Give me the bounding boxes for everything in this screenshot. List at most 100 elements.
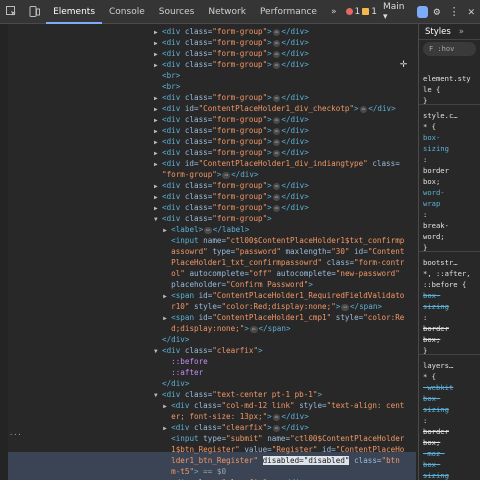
dom-node-line[interactable]: ▶<div class="clearfix">⋯</div> [8, 422, 309, 433]
dom-node-line[interactable]: ▶ <span id="ContentPlaceHolder1_RequiredF… [8, 290, 404, 301]
tab-sources[interactable]: Sources [152, 0, 202, 24]
dom-node-line[interactable]: <br> [8, 81, 180, 92]
styles-pane: Styles » F :hov element.sty le {} style.c…… [418, 24, 480, 480]
dom-node-line[interactable]: ▶ <div class="form-group"> ⋯ </div> [8, 92, 309, 103]
style-declaration[interactable]: sizing [423, 405, 449, 415]
styles-filter-input[interactable]: F :hov [423, 42, 476, 56]
dom-node-line[interactable]: <br> [8, 70, 180, 81]
style-declaration[interactable]: le { [423, 85, 440, 95]
more-tabs-button[interactable]: » [324, 0, 344, 24]
style-declaration[interactable]: sizing [423, 471, 449, 480]
style-declaration[interactable]: word; [423, 232, 445, 242]
style-declaration[interactable]: wrap [423, 199, 440, 209]
close-icon[interactable]: ✕ [463, 0, 480, 24]
dom-node-line[interactable]: ▶ <div class="form-group"> ⋯ </div> [8, 37, 309, 48]
style-declaration[interactable]: *, ::after, [423, 269, 471, 279]
styles-rule-separator [419, 251, 480, 252]
dom-node-line[interactable]: ▶ <div id="ContentPlaceHolder1_div_checko… [8, 103, 396, 114]
dom-node-line[interactable]: ▶ <span id="ContentPlaceHolder1_cmp1" sty… [8, 312, 404, 323]
dom-node-line[interactable]: ▶ <div class="form-group"> ⋯ </div> [8, 136, 309, 147]
style-declaration[interactable]: -webkit [423, 383, 453, 393]
dom-node-line[interactable]: ▶ <div class="form-group"> ⋯ </div> [8, 48, 309, 59]
style-declaration[interactable]: sizing [423, 144, 449, 154]
style-declaration[interactable]: box- [423, 394, 440, 404]
dom-node-line[interactable]: ▶ <div class="form-group"> ⋯ </div> [8, 114, 309, 125]
style-declaration[interactable]: -moz- [423, 449, 445, 459]
style-declaration[interactable]: : [423, 210, 427, 220]
context-selector[interactable]: Main ▾ [383, 2, 411, 22]
tab-console[interactable]: Console [102, 0, 152, 24]
style-declaration[interactable]: box; [423, 335, 440, 345]
dom-node-line[interactable]: ▶ <div id="ContentPlaceHolder1_div_indian… [8, 158, 400, 169]
devtools-toolbar: Elements Console Sources Network Perform… [0, 0, 480, 24]
dom-node-line[interactable]: ▼ <div class="form-group"> [8, 213, 272, 224]
dom-node-line[interactable]: lder1_btn_Register" disabled="disabled" … [8, 455, 400, 466]
dom-node-line[interactable]: placeholder="Confirm Password"> [8, 279, 313, 290]
dom-node-line[interactable]: d;display:none;"> ⋯ </span> [8, 323, 291, 334]
dom-node-line[interactable]: <input type="submit" name="ctl00$Content… [8, 433, 404, 444]
device-toolbar-icon[interactable] [23, 0, 46, 24]
style-declaration[interactable]: : [423, 313, 427, 323]
style-declaration[interactable]: border [423, 166, 449, 176]
dom-node-line[interactable]: ▶ <label> ⋯ </label> [8, 224, 249, 235]
styles-rule-separator [419, 104, 480, 105]
tab-performance[interactable]: Performance [253, 0, 324, 24]
style-declaration[interactable]: element.sty [423, 74, 471, 84]
tab-styles[interactable]: Styles [425, 27, 451, 37]
style-declaration[interactable]: box- [423, 133, 440, 143]
styles-more-button[interactable]: » [459, 27, 464, 37]
dom-node-line[interactable]: PlaceHolder1_txt_confirmpassowrd" class=… [8, 257, 404, 268]
dom-node-line[interactable]: <input name="ctl00$ContentPlaceHolder1$t… [8, 235, 404, 246]
settings-gear-icon[interactable]: ⚙ [428, 0, 445, 24]
style-declaration[interactable]: : [423, 416, 427, 426]
style-declaration[interactable]: ::before { [423, 280, 466, 290]
style-declaration[interactable]: box- [423, 460, 440, 470]
dom-node-line[interactable]: "form-group"> ⋯ </div> [8, 169, 259, 180]
style-declaration[interactable]: border [423, 324, 449, 334]
dom-node-line[interactable]: ▶ <div class="col-md-12 link" style="text… [8, 400, 404, 411]
dom-node-line[interactable]: er; font-size: 13px;"> ⋯ </div> [8, 411, 309, 422]
dom-tree-panel: ▶ <div class="form-group"> ⋯ </div> ▶ <div cl… [8, 24, 416, 480]
issues-counter[interactable]: 1 1 [345, 7, 377, 17]
dom-node-line[interactable]: ▶ <div class="form-group"> ⋯ </div> [8, 202, 309, 213]
style-declaration[interactable]: sizing [423, 302, 449, 312]
style-declaration[interactable]: * { [423, 122, 436, 132]
style-declaration[interactable]: box- [423, 291, 440, 301]
dom-node-line[interactable]: ::before [8, 356, 208, 367]
style-declaration[interactable]: border [423, 427, 449, 437]
extension-icon[interactable] [416, 5, 429, 18]
dom-node-line[interactable]: ▶ <div class="form-group"> ⋯ </div> [8, 59, 309, 70]
error-icon [345, 8, 353, 15]
style-declaration[interactable]: style.c… [423, 111, 458, 121]
dom-node-line[interactable]: </div> [8, 334, 189, 345]
dom-node-line[interactable]: r10" style="color:Red;display:none;"> ⋯ </… [8, 301, 382, 312]
dom-gutter [0, 24, 8, 480]
inspect-element-icon[interactable] [0, 0, 23, 24]
style-declaration[interactable]: layers… [423, 361, 453, 371]
dom-node-line[interactable]: ▶ <div class="form-group"> ⋯ </div> [8, 26, 309, 37]
dom-node-line[interactable]: ::after [8, 367, 203, 378]
dom-node-line[interactable]: ▶ <div class="form-group"> ⋯ </div> [8, 147, 309, 158]
dom-node-line[interactable]: ▼ <div class="clearfix"> [8, 345, 263, 356]
dom-node-line[interactable]: m-t5"> == $0 [8, 466, 226, 477]
node-actions-ellipsis-icon[interactable]: ··· [9, 431, 22, 439]
more-options-icon[interactable]: ⋮ [445, 0, 462, 24]
style-declaration[interactable]: * { [423, 372, 436, 382]
add-style-icon[interactable]: ✛ [400, 56, 407, 70]
style-declaration[interactable]: bootstr… [423, 258, 458, 268]
dom-node-line[interactable]: </div> [8, 378, 189, 389]
dom-node-line[interactable]: ▶ <div class="form-group"> ⋯ </div> [8, 125, 309, 136]
dom-node-line[interactable]: ▼ <div class="text-center pt-1 pb-1"> [8, 389, 322, 400]
dom-node-line[interactable]: ▶ <div class="form-group"> ⋯ </div> [8, 191, 309, 202]
dom-node-line[interactable]: ol" autocomplete="off" autocomplete="new… [8, 268, 400, 279]
style-declaration[interactable]: break- [423, 221, 449, 231]
style-declaration[interactable]: : [423, 155, 427, 165]
tab-network[interactable]: Network [201, 0, 253, 24]
dom-node-line[interactable]: assowrd" type="password" maxlength="30" … [8, 246, 404, 257]
style-declaration[interactable]: box; [423, 177, 440, 187]
style-declaration[interactable]: word- [423, 188, 445, 198]
dom-node-line[interactable]: ▶ <div class="form-group"> ⋯ </div> [8, 180, 309, 191]
style-declaration[interactable]: box; [423, 438, 440, 448]
tab-elements[interactable]: Elements [46, 0, 103, 24]
dom-node-line[interactable]: 1$btn_Register" value="Register" id="Con… [8, 444, 404, 455]
